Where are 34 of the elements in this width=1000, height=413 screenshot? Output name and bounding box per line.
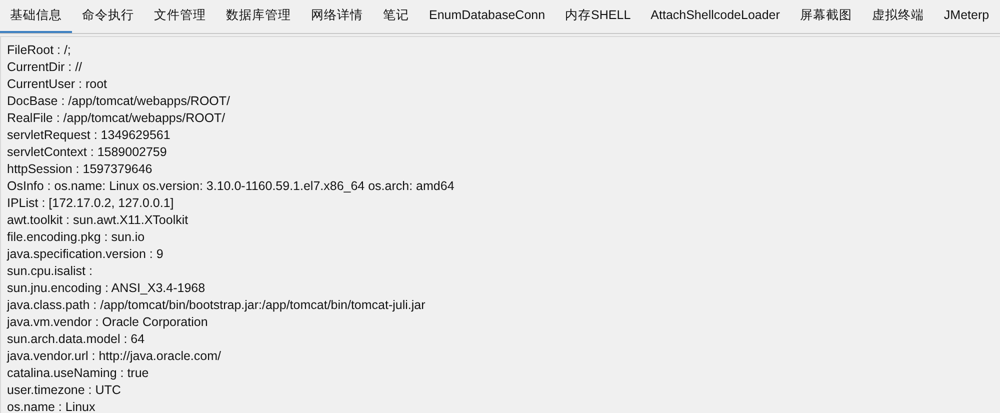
info-line: httpSession : 1597379646 [7, 161, 154, 178]
info-line: CurrentUser : root [7, 76, 108, 93]
info-line: java.specification.version : 9 [7, 246, 164, 263]
tab[interactable]: 数据库管理 [216, 0, 301, 33]
info-line: awt.toolkit : sun.awt.X11.XToolkit [7, 212, 190, 229]
info-line: java.vendor.url : http://java.oracle.com/ [7, 348, 222, 365]
info-line: OsInfo : os.name: Linux os.version: 3.10.0-1160.59.1.el7.x86_64 os.arch: amd64 [7, 178, 456, 195]
tab[interactable]: JMeterp [934, 0, 1000, 33]
tab[interactable]: 文件管理 [144, 0, 216, 33]
tab[interactable]: 基础信息 [0, 0, 72, 33]
info-line: sun.jnu.encoding : ANSI_X3.4-1968 [7, 280, 206, 297]
info-line: user.timezone : UTC [7, 382, 122, 399]
info-line: os.name : Linux [7, 399, 96, 413]
info-line: servletContext : 1589002759 [7, 144, 168, 161]
info-line: RealFile : /app/tomcat/webapps/ROOT/ [7, 110, 226, 127]
info-line: DocBase : /app/tomcat/webapps/ROOT/ [7, 93, 232, 110]
info-line: java.class.path : /app/tomcat/bin/bootstrap.jar:/app/tomcat/bin/tomcat-juli.jar [7, 297, 426, 314]
info-line: servletRequest : 1349629561 [7, 127, 172, 144]
info-line: sun.cpu.isalist : [7, 263, 94, 280]
info-line: IPList : [172.17.0.2, 127.0.0.1] [7, 195, 175, 212]
tab[interactable]: EnumDatabaseConn [419, 0, 556, 33]
info-line: catalina.useNaming : true [7, 365, 150, 382]
tab[interactable]: 内存SHELL [555, 0, 641, 33]
info-line: FileRoot : /; [7, 42, 72, 59]
info-line: java.vm.vendor : Oracle Corporation [7, 314, 209, 331]
info-line: sun.arch.data.model : 64 [7, 331, 146, 348]
tab[interactable]: 网络详情 [301, 0, 373, 33]
info-line: CurrentDir : // [7, 59, 84, 76]
info-line: file.encoding.pkg : sun.io [7, 229, 146, 246]
tab[interactable]: 笔记 [373, 0, 419, 33]
tab[interactable]: 屏幕截图 [790, 0, 862, 33]
tab[interactable]: 虚拟终端 [862, 0, 934, 33]
tab[interactable]: 命令执行 [72, 0, 144, 33]
tab[interactable]: AttachShellcodeLoader [640, 0, 790, 33]
